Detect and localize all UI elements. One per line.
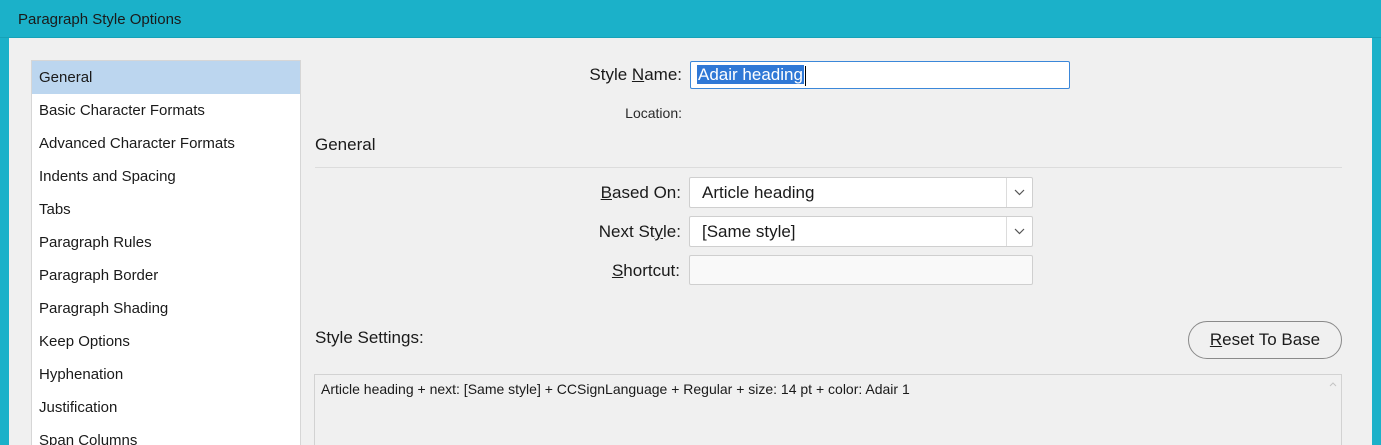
based-on-label-post: ased On:	[612, 183, 681, 202]
next-style-dropdown[interactable]: [Same style]	[689, 216, 1033, 247]
sidebar-item-hyphenation[interactable]: Hyphenation	[32, 358, 300, 391]
style-settings-label: Style Settings:	[315, 328, 424, 347]
chevron-down-icon	[1014, 189, 1025, 196]
sidebar-item-keep-options[interactable]: Keep Options	[32, 325, 300, 358]
next-style-label-pre: Next St	[598, 222, 655, 241]
style-name-input[interactable]: Adair heading	[690, 61, 1070, 89]
style-name-label: Style Name:	[589, 65, 682, 85]
text-caret	[804, 65, 806, 86]
style-settings-text: Article heading + next: [Same style] + C…	[321, 381, 910, 397]
next-style-label: Next Style:	[599, 222, 681, 242]
based-on-dropdown[interactable]: Article heading	[689, 177, 1033, 208]
paragraph-style-options-dialog: Paragraph Style Options General Basic Ch…	[0, 0, 1381, 445]
shortcut-label-mnemonic: S	[611, 261, 624, 280]
title-bar[interactable]: Paragraph Style Options	[0, 0, 1381, 38]
sidebar-item-paragraph-border[interactable]: Paragraph Border	[32, 259, 300, 292]
shortcut-input[interactable]	[689, 255, 1033, 285]
sidebar-item-paragraph-shading[interactable]: Paragraph Shading	[32, 292, 300, 325]
style-name-label-mnemonic: N	[631, 65, 645, 84]
category-list[interactable]: General Basic Character Formats Advanced…	[31, 60, 301, 445]
chevron-down-icon	[1014, 228, 1025, 235]
shortcut-label: Shortcut:	[612, 261, 680, 281]
based-on-value: Article heading	[702, 183, 815, 202]
window-frame-right	[1372, 38, 1381, 445]
section-divider	[315, 167, 1342, 168]
reset-button-mnemonic: R	[1209, 330, 1223, 349]
based-on-label: Based On:	[601, 183, 681, 203]
window-title: Paragraph Style Options	[18, 11, 182, 28]
window-frame-left	[0, 38, 9, 445]
location-label: Location:	[625, 105, 682, 121]
next-style-value: [Same style]	[702, 222, 796, 241]
style-name-label-pre: Style	[589, 65, 632, 84]
reset-to-base-button[interactable]: Reset To Base	[1188, 321, 1342, 359]
style-name-value: Adair heading	[697, 65, 804, 84]
sidebar-item-basic-character-formats[interactable]: Basic Character Formats	[32, 94, 300, 127]
next-style-dropdown-button[interactable]	[1006, 217, 1032, 246]
sidebar-item-justification[interactable]: Justification	[32, 391, 300, 424]
next-style-label-mnemonic: y	[654, 222, 664, 241]
sidebar-item-span-columns[interactable]: Span Columns	[32, 424, 300, 445]
based-on-dropdown-button[interactable]	[1006, 178, 1032, 207]
sidebar-item-general[interactable]: General	[32, 61, 300, 94]
general-section-heading: General	[315, 135, 376, 154]
sidebar-item-tabs[interactable]: Tabs	[32, 193, 300, 226]
dialog-content: General Basic Character Formats Advanced…	[9, 38, 1372, 445]
sidebar-item-indents-and-spacing[interactable]: Indents and Spacing	[32, 160, 300, 193]
based-on-label-mnemonic: B	[600, 183, 612, 202]
scroll-up-arrow-icon[interactable]	[1328, 379, 1338, 389]
sidebar-item-advanced-character-formats[interactable]: Advanced Character Formats	[32, 127, 300, 160]
sidebar-item-paragraph-rules[interactable]: Paragraph Rules	[32, 226, 300, 259]
style-name-label-post: ame:	[644, 65, 682, 84]
style-settings-box[interactable]: Article heading + next: [Same style] + C…	[314, 374, 1342, 445]
reset-button-label: eset To Base	[1222, 330, 1321, 349]
shortcut-label-post: hortcut:	[623, 261, 680, 280]
next-style-label-post: le:	[663, 222, 681, 241]
